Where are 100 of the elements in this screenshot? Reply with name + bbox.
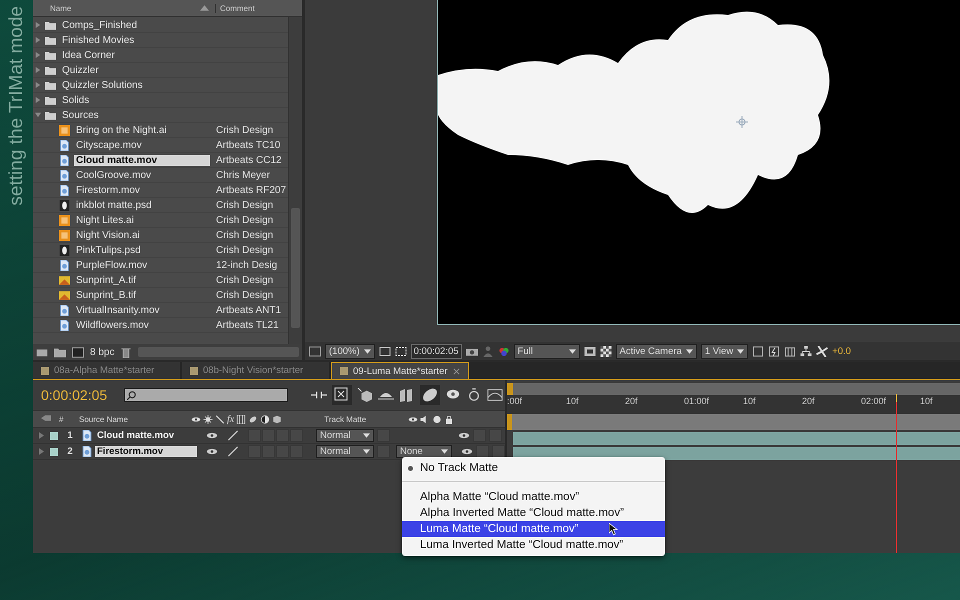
quality-slash-icon[interactable] [227,430,239,441]
cube-icon[interactable] [357,388,373,402]
stopwatch-icon[interactable] [466,388,482,402]
file-name[interactable]: Quizzler [60,64,204,76]
draft-3d-icon[interactable] [332,385,352,405]
search-field[interactable] [124,388,288,402]
disclosure-triangle-icon[interactable] [35,52,41,58]
file-name[interactable]: Night Lites.ai [74,214,210,226]
eye-icon[interactable] [458,432,470,439]
file-name[interactable]: PinkTulips.psd [74,244,210,256]
graph-editor-icon[interactable] [487,388,503,402]
file-name[interactable]: CoolGroove.mov [74,170,210,180]
column-header[interactable]: Source Name [79,414,189,424]
half-circle-icon[interactable] [260,414,270,424]
timecode-field[interactable]: 0:00:02:05 [410,344,462,358]
effects-column-header[interactable]: fx [227,414,234,424]
eye-icon[interactable] [408,414,418,424]
close-icon[interactable] [452,368,460,374]
menu-item[interactable]: Alpha Matte “Cloud matte.mov” [402,489,665,505]
file-name[interactable]: inkblot matte.psd [74,200,210,210]
label-color-swatch[interactable] [50,432,58,440]
zoom-dropdown[interactable]: (100%) [325,344,375,358]
motion-blur-icon[interactable] [420,385,440,405]
film-icon[interactable] [236,414,246,424]
eye-icon[interactable] [206,432,218,439]
expand-triangle-icon[interactable] [39,448,44,455]
sort-arrow-icon[interactable] [200,5,209,11]
quality-slash-icon[interactable] [227,446,239,457]
interpret-footage-icon[interactable] [36,346,48,358]
file-name[interactable]: Cloud matte.mov [74,154,210,166]
time-ruler[interactable]: :00f 10f 20f 01:00f 10f 20f 02:00f 10f [507,395,960,414]
column-header[interactable]: Track Matte [284,414,406,424]
disclosure-triangle-icon[interactable] [35,37,41,43]
scrollbar-thumb[interactable] [291,208,300,328]
bit-depth-label[interactable]: 8 bpc [90,346,114,358]
color-channels-icon[interactable] [498,346,510,356]
exposure-icon[interactable] [816,346,828,356]
disclosure-triangle-icon[interactable] [35,97,41,103]
blend-mode-dropdown[interactable]: Normal [316,429,374,442]
file-name[interactable]: Finished Movies [60,34,204,46]
file-name[interactable]: VirtualInsanity.mov [74,304,210,316]
frame-blending-icon[interactable] [399,388,415,402]
file-name[interactable]: Sunprint_A.tif [74,274,210,286]
solo-toggle[interactable] [476,445,489,458]
eye-icon[interactable] [191,414,201,424]
view-layout-dropdown[interactable]: 1 View [700,344,748,358]
slash-icon[interactable] [215,414,225,424]
column-header[interactable]: # [53,414,77,424]
current-time-display[interactable]: 0:00:02:05 [41,387,119,403]
column-header[interactable]: Name [33,4,200,12]
transparency-grid-icon[interactable] [394,346,407,356]
label-color-swatch[interactable] [50,448,58,456]
file-name[interactable]: Night Vision.ai [74,230,210,240]
lock-toggle[interactable] [492,445,505,458]
menu-item[interactable]: Luma Matte “Cloud matte.mov” [402,521,665,537]
layer-name[interactable]: Cloud matte.mov [95,430,197,441]
layer-duration-bar[interactable] [513,447,960,460]
composition-icon[interactable] [72,346,84,358]
menu-item[interactable]: Luma Inverted Matte “Cloud matte.mov” [402,537,665,553]
label-tag-icon[interactable] [41,414,51,424]
layout-icon[interactable] [752,346,764,356]
disclosure-triangle-icon[interactable] [35,82,41,88]
disclosure-triangle-icon[interactable] [35,112,41,118]
menu-item[interactable]: Alpha Inverted Matte “Cloud matte.mov” [402,505,665,521]
file-name[interactable]: Sunprint_B.tif [74,290,210,300]
file-name[interactable]: Quizzler Solutions [60,80,204,90]
folder-icon[interactable] [54,346,66,358]
resolution-dropdown[interactable]: Full [514,344,580,358]
file-name[interactable]: Solids [60,94,204,106]
file-name[interactable]: Idea Corner [60,50,204,60]
region-icon[interactable] [309,346,321,356]
file-name[interactable]: Firestorm.mov [74,184,210,196]
eye-icon[interactable] [206,448,218,455]
disclosure-triangle-icon[interactable] [35,67,41,73]
timeline-icon[interactable] [784,346,796,356]
disclosure-triangle-icon[interactable] [35,22,41,28]
cube-icon[interactable] [272,414,282,424]
sun-icon[interactable] [203,414,213,424]
motion-blur-icon[interactable] [248,414,258,424]
fit-icon[interactable] [378,346,391,356]
region-of-interest-icon[interactable] [584,346,596,356]
file-name[interactable]: Comps_Finished [60,20,204,30]
checkerboard-icon[interactable] [600,346,612,356]
scrollbar[interactable] [288,17,302,344]
eye-icon[interactable] [461,448,473,455]
track-matte-dropdown[interactable]: None [396,445,452,458]
composition-tab[interactable]: 09-Luma Matte*starter [331,362,469,379]
menu-item[interactable]: No Track Matte [402,460,665,476]
flowchart-icon[interactable] [800,346,812,356]
solo-dot-icon[interactable] [432,414,442,424]
file-name[interactable]: Cityscape.mov [74,140,210,150]
file-name[interactable]: Wildflowers.mov [74,320,210,330]
composition-tab[interactable]: 08a-Alpha Matte*starter [33,362,180,379]
fast-preview-icon[interactable] [768,346,780,356]
blend-mode-dropdown[interactable]: Normal [316,445,374,458]
lock-icon[interactable] [444,414,454,424]
layer-name[interactable]: Firestorm.mov [95,446,197,457]
composition-tab[interactable]: 08b-Night Vision*starter [182,362,329,379]
camera-dropdown[interactable]: Active Camera [616,344,697,358]
column-header[interactable]: Comment [215,4,255,12]
